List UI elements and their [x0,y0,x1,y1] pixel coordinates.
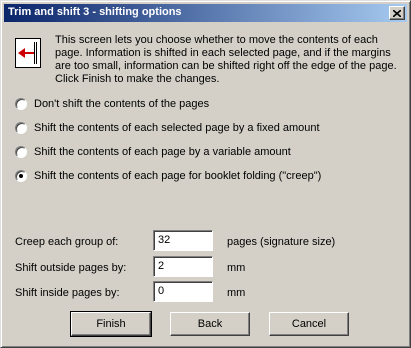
radio-booklet-creep[interactable]: Shift the contents of each page for book… [15,169,321,183]
back-button[interactable]: Back [170,312,250,336]
radio-button[interactable] [15,170,27,182]
title-bar[interactable]: Trim and shift 3 - shifting options [4,4,407,22]
radio-label: Shift the contents of each page by a var… [34,146,291,158]
creep-group-unit: pages (signature size) [227,236,336,248]
shift-outside-input[interactable]: 2 [153,256,213,277]
window-title: Trim and shift 3 - shifting options [8,6,182,18]
close-button[interactable] [389,6,405,20]
cancel-button[interactable]: Cancel [269,312,349,336]
shift-inside-input[interactable]: 0 [153,281,213,302]
radio-no-shift[interactable]: Don't shift the contents of the pages [15,97,209,111]
shift-outside-unit: mm [227,262,246,274]
creep-group-label: Creep each group of: [15,236,119,248]
radio-button[interactable] [15,146,27,158]
creep-group-input[interactable]: 32 [153,230,213,251]
radio-label: Shift the contents of each page for book… [34,170,322,182]
shift-outside-label: Shift outside pages by: [15,262,127,274]
close-icon [393,9,401,17]
radio-button[interactable] [15,122,27,134]
radio-button[interactable] [15,98,27,110]
finish-button[interactable]: Finish [70,311,152,337]
shift-inside-label: Shift inside pages by: [15,287,120,299]
shift-arrow-icon [15,38,41,68]
radio-variable-shift[interactable]: Shift the contents of each page by a var… [15,145,291,159]
dialog-window: Trim and shift 3 - shifting options This… [0,0,411,348]
radio-label: Don't shift the contents of the pages [34,98,210,110]
intro-text: This screen lets you choose whether to m… [55,34,397,85]
radio-label: Shift the contents of each selected page… [34,122,320,134]
radio-fixed-shift[interactable]: Shift the contents of each selected page… [15,121,320,135]
shift-inside-unit: mm [227,287,246,299]
